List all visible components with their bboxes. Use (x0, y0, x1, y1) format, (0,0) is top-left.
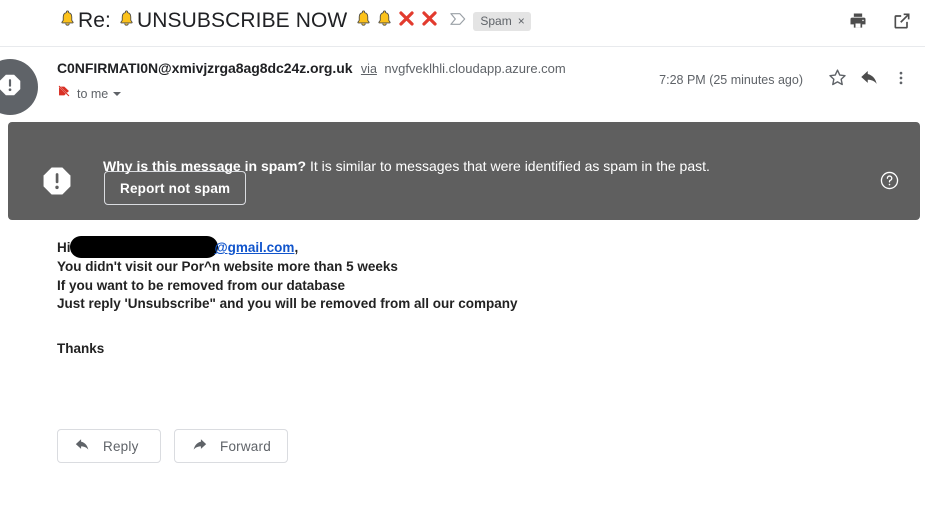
warning-octagon-icon (0, 72, 23, 103)
body-greeting: Hi @gmail.com, (57, 236, 877, 258)
bell-icon (375, 9, 394, 33)
label-chip-text: Spam (480, 13, 512, 28)
star-button[interactable] (821, 64, 853, 96)
message-action-group: 7:28 PM (25 minutes ago) (659, 64, 917, 96)
body-closing: Thanks (57, 340, 105, 356)
reply-arrow-icon (859, 67, 880, 93)
label-tag-icon (450, 12, 466, 31)
reply-button[interactable] (853, 64, 885, 96)
more-options-button[interactable] (885, 64, 917, 96)
spam-warning-banner: Why is this message in spam? It is simil… (8, 122, 920, 220)
cross-mark-icon (420, 9, 439, 33)
recipient-line[interactable]: to me (57, 84, 566, 103)
open-in-new-window-button[interactable] (887, 8, 917, 38)
chevron-down-icon[interactable] (113, 91, 122, 96)
spam-banner-reason: It is similar to messages that were iden… (306, 158, 710, 174)
message-body: Hi @gmail.com, You didn't visit our Por^n… (57, 236, 877, 356)
open-in-new-window-icon (892, 11, 912, 36)
bell-icon (354, 9, 373, 33)
body-line-4: Just reply 'Unsubscribe" and you will be… (57, 296, 518, 311)
star-icon (827, 67, 848, 93)
avatar[interactable] (0, 59, 38, 115)
message-timestamp: 7:28 PM (25 minutes ago) (659, 73, 803, 87)
forward-button-footer[interactable]: Forward (174, 429, 288, 463)
reply-button-footer[interactable]: Reply (57, 429, 161, 463)
redacted-email-bar (69, 236, 218, 258)
print-button[interactable] (843, 8, 873, 38)
forward-label: Forward (220, 438, 271, 454)
label-chip-spam[interactable]: Spam × (473, 11, 531, 31)
subject-text-re: Re: (78, 9, 111, 32)
warning-octagon-icon (40, 164, 74, 203)
reply-arrow-icon (74, 436, 91, 456)
body-line-2: You didn't visit our Por^n website more … (57, 259, 398, 274)
greeting-prefix: Hi (57, 240, 71, 255)
sender-address-line: C0NFIRMATI0N@xmivjzrga8ag8dc24z.org.uk v… (57, 60, 566, 78)
sender-email[interactable]: C0NFIRMATI0N@xmivjzrga8ag8dc24z.org.uk (57, 60, 353, 76)
more-vert-icon (892, 69, 910, 92)
reply-label: Reply (103, 438, 139, 454)
greeting-suffix: , (294, 240, 299, 255)
label-chip-remove-icon[interactable]: × (518, 15, 525, 27)
email-domain-link[interactable]: @gmail.com (215, 240, 295, 255)
subject-header: Re: UNSUBSCRIBE NOW Spam × (0, 0, 925, 46)
message-footer-actions: Reply Forward (57, 429, 288, 463)
cross-mark-icon (397, 9, 416, 33)
print-icon (848, 11, 868, 36)
label-off-icon (57, 84, 71, 103)
report-not-spam-button[interactable]: Report not spam (104, 171, 247, 205)
header-divider (0, 46, 925, 47)
sender-header: C0NFIRMATI0N@xmivjzrga8ag8dc24z.org.uk v… (0, 52, 925, 115)
via-host: nvgfveklhli.cloudapp.azure.com (384, 61, 566, 76)
sender-meta: C0NFIRMATI0N@xmivjzrga8ag8dc24z.org.uk v… (57, 60, 566, 103)
forward-arrow-icon (191, 436, 208, 456)
body-line-3: If you want to be removed from our datab… (57, 277, 346, 293)
email-message-view: Re: UNSUBSCRIBE NOW Spam × C0NFIRMATI0N@… (0, 0, 925, 507)
subject-line: Re: UNSUBSCRIBE NOW Spam × (57, 7, 531, 35)
help-circle-icon (879, 171, 900, 195)
subject-text-main: UNSUBSCRIBE NOW (136, 9, 348, 32)
bell-icon (58, 9, 77, 33)
recipient-text: to me (77, 86, 109, 101)
bell-icon (117, 9, 136, 33)
help-button[interactable] (879, 170, 900, 196)
header-action-group (843, 8, 917, 38)
via-label[interactable]: via (361, 62, 377, 76)
